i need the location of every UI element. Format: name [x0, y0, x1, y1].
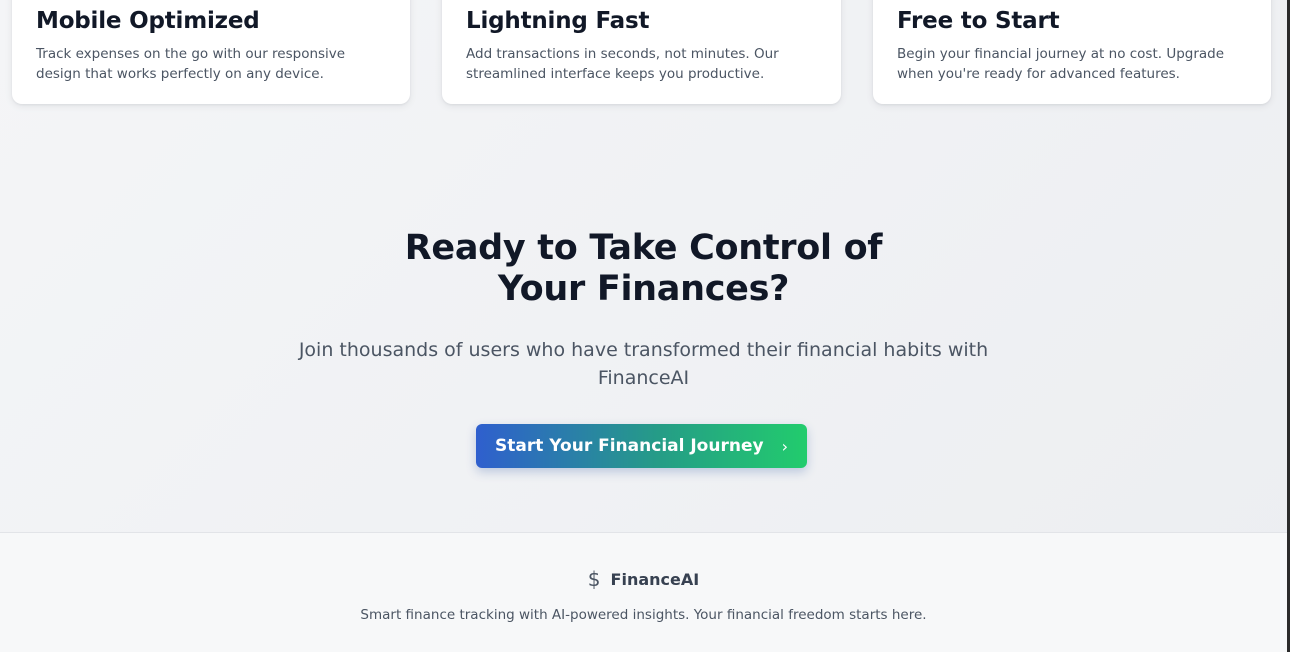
- feature-card-mobile-optimized: Mobile Optimized Track expenses on the g…: [12, 0, 410, 104]
- start-journey-button-label: Start Your Financial Journey: [495, 436, 764, 456]
- footer-tagline: Smart finance tracking with AI-powered i…: [360, 607, 927, 623]
- feature-card-free-to-start: Free to Start Begin your financial journ…: [873, 0, 1271, 104]
- cta-subheading: Join thousands of users who have transfo…: [298, 339, 989, 389]
- start-journey-button[interactable]: Start Your Financial Journey ›: [476, 424, 807, 468]
- feature-title: Mobile Optimized: [36, 8, 260, 34]
- brand-name: FinanceAI: [610, 569, 700, 589]
- cta-section: Ready to Take Control of Your Finances? …: [0, 228, 1287, 468]
- dollar-icon: $: [587, 567, 601, 591]
- feature-description: Begin your financial journey at no cost.…: [897, 46, 1225, 82]
- feature-description: Track expenses on the go with our respon…: [36, 46, 346, 82]
- feature-card-lightning-fast: Lightning Fast Add transactions in secon…: [442, 0, 841, 104]
- features-section: Mobile Optimized Track expenses on the g…: [0, 0, 1287, 120]
- feature-title: Free to Start: [897, 8, 1060, 34]
- cta-heading: Ready to Take Control of Your Finances?: [404, 228, 883, 309]
- feature-title: Lightning Fast: [466, 8, 650, 34]
- feature-description: Add transactions in seconds, not minutes…: [466, 46, 779, 82]
- chevron-right-icon: ›: [781, 436, 788, 456]
- footer: $ FinanceAI Smart finance tracking with …: [0, 532, 1287, 652]
- footer-brand: $ FinanceAI: [0, 567, 1287, 591]
